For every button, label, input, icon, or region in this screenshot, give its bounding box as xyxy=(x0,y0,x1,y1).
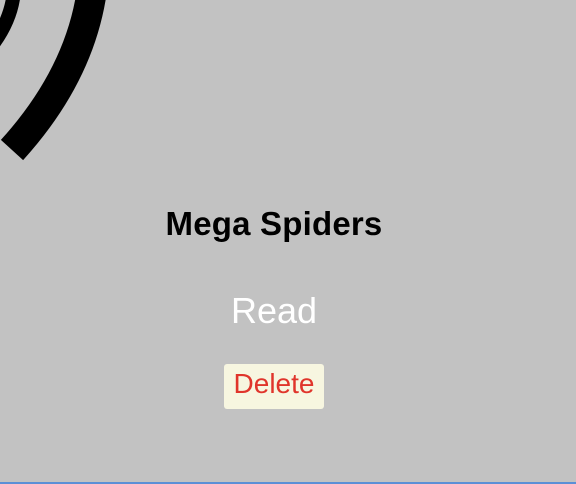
read-button[interactable]: Read xyxy=(0,290,548,332)
delete-button[interactable]: Delete xyxy=(224,364,324,409)
book-title: Mega Spiders xyxy=(165,205,383,242)
cover-art-graphic xyxy=(0,0,106,161)
book-cover-image xyxy=(0,0,140,170)
